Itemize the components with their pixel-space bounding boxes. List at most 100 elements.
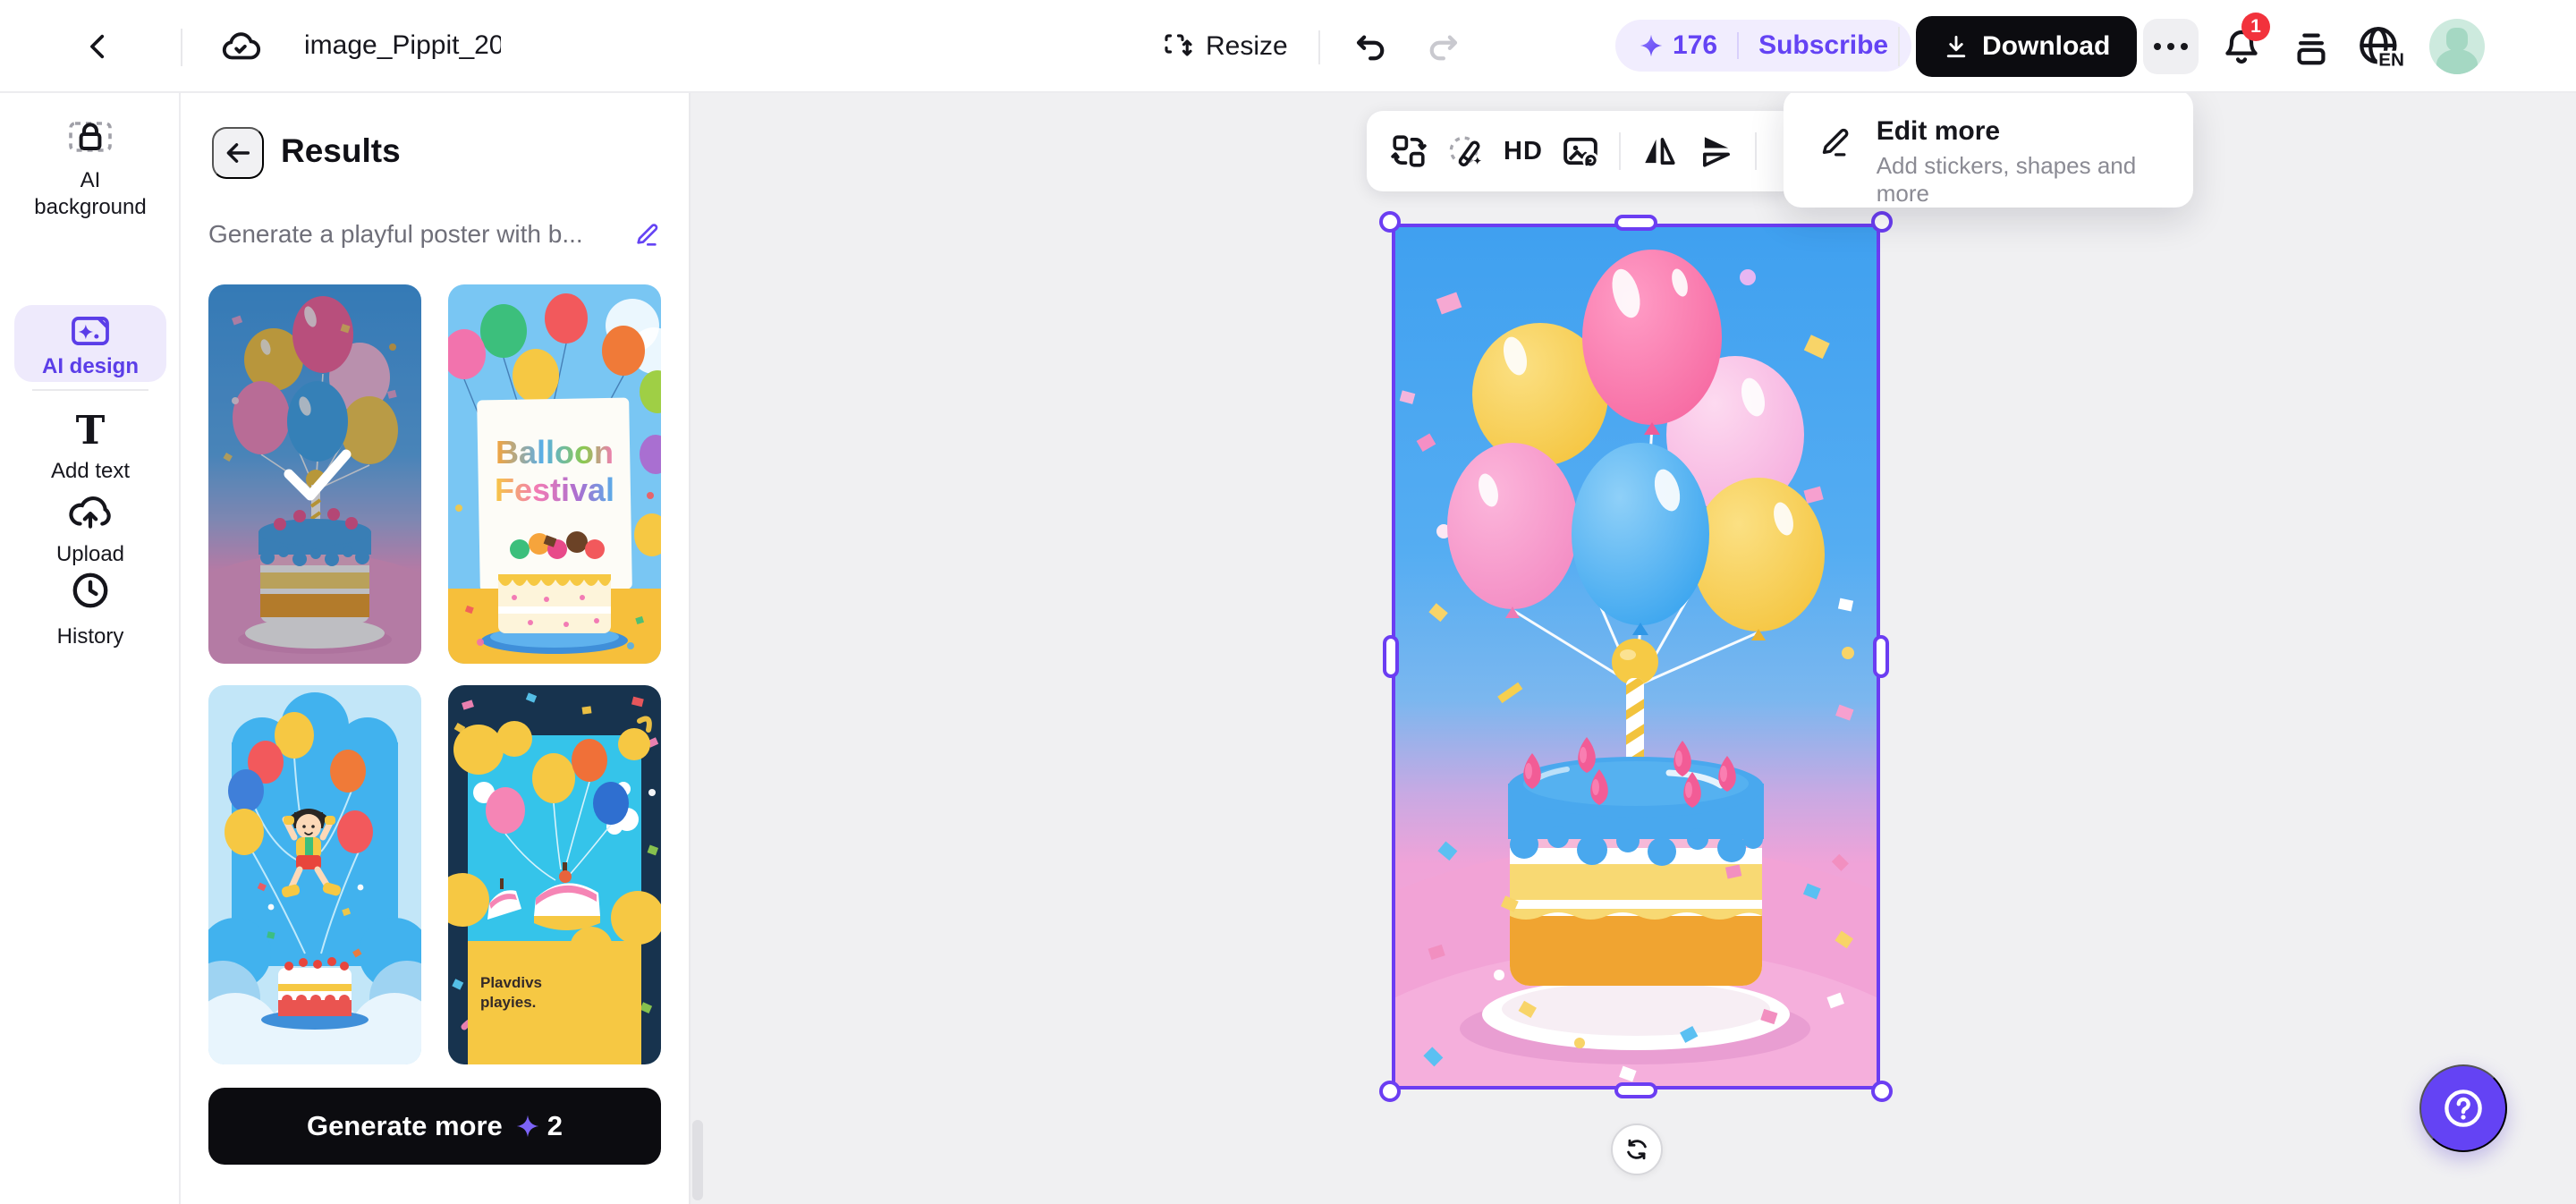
sidebar-item-add-text[interactable]: T Add text (0, 411, 181, 485)
arrow-left-icon (223, 138, 253, 168)
language-button[interactable]: EN (2354, 21, 2406, 73)
results-back-button[interactable] (212, 127, 264, 179)
image-refresh-icon (1561, 131, 1600, 171)
upload-icon (66, 492, 114, 530)
edit-prompt-icon[interactable] (632, 220, 661, 249)
credits-subscribe-pill[interactable]: 176 Subscribe (1615, 20, 1911, 72)
svg-text:playies.: playies. (480, 994, 536, 1011)
ai-design-icon (70, 314, 111, 348)
resize-handle-top-right[interactable] (1871, 211, 1893, 233)
avatar-head (2446, 28, 2468, 51)
result-thumbnail-4[interactable]: Plavdivs playies. (448, 685, 661, 1064)
results-scrollbar[interactable] (692, 1120, 703, 1200)
help-button[interactable] (2419, 1064, 2507, 1152)
resize-handle-bottom-left[interactable] (1379, 1081, 1401, 1102)
chevron-left-icon (83, 31, 114, 62)
canvas-area: HD (691, 93, 2576, 1204)
resize-handle-right[interactable] (1873, 635, 1889, 678)
resize-label: Resize (1206, 31, 1288, 62)
resize-handle-left[interactable] (1383, 635, 1399, 678)
ai-background-icon (65, 116, 115, 156)
generate-more-button[interactable]: Generate more 2 (208, 1088, 661, 1165)
more-options-button[interactable] (2143, 19, 2199, 74)
resize-handle-bottom[interactable] (1614, 1082, 1657, 1098)
flip-horizontal-button[interactable] (1633, 125, 1685, 177)
check-icon (208, 284, 421, 664)
result-thumbnail-2[interactable]: Balloon Festival (448, 284, 661, 664)
dot (2181, 43, 2188, 50)
sidebar-divider (32, 389, 148, 391)
sidebar-item-label: AI design (14, 354, 166, 379)
results-title: Results (281, 132, 401, 170)
sidebar-item-upload[interactable]: Upload (0, 492, 181, 568)
resize-button[interactable]: Resize (1161, 23, 1288, 70)
resize-handle-bottom-right[interactable] (1871, 1081, 1893, 1102)
hd-enhance-icon: HD (1504, 137, 1543, 166)
header-divider-2 (1318, 30, 1320, 64)
svg-text:Plavdivs: Plavdivs (480, 974, 542, 991)
notification-badge: 1 (2241, 13, 2270, 41)
add-text-icon: T (0, 411, 181, 451)
stack-icon (2291, 28, 2332, 69)
magic-eraser-icon (1447, 132, 1485, 170)
dot (2154, 43, 2161, 50)
sidebar-item-history[interactable]: History (0, 569, 181, 650)
swap-style-icon (1390, 132, 1428, 170)
flip-vertical-icon (1698, 132, 1735, 170)
globe-en-icon: EN (2355, 22, 2405, 72)
regenerate-button[interactable] (1611, 1123, 1663, 1175)
selected-image[interactable] (1392, 224, 1880, 1090)
generate-more-label: Generate more (307, 1110, 503, 1142)
sidebar-item-ai-design[interactable]: AI design (14, 305, 166, 382)
subscribe-link[interactable]: Subscribe (1758, 30, 1888, 61)
thumbnail-image: Plavdivs playies. (448, 685, 661, 1064)
sidebar-item-label: AI background (0, 167, 181, 221)
header-divider (181, 29, 182, 66)
redo-button[interactable] (1420, 25, 1465, 70)
flip-vertical-button[interactable] (1690, 125, 1742, 177)
avatar[interactable] (2429, 19, 2485, 74)
refresh-icon (1623, 1136, 1650, 1163)
undo-button[interactable] (1349, 25, 1394, 70)
dropdown-title: Edit more (1877, 116, 2193, 147)
prompt-text: Generate a playful poster with b... (208, 220, 611, 249)
svg-text:Festival: Festival (495, 471, 614, 508)
resize-handle-top-left[interactable] (1379, 211, 1401, 233)
swap-style-button[interactable] (1383, 125, 1435, 177)
toolbar-divider (1619, 132, 1621, 170)
thumbnail-image: Balloon Festival (448, 284, 661, 664)
magic-edit-button[interactable] (1440, 125, 1492, 177)
top-bar: image_Pippit_20 Resize 176 Subscribe Dow… (0, 0, 2576, 93)
svg-text:EN: EN (2378, 50, 2404, 71)
sidebar-item-label: History (0, 623, 181, 650)
edit-pencil-icon (1818, 123, 1853, 159)
flip-horizontal-icon (1640, 132, 1678, 170)
canvas-image (1392, 224, 1880, 1090)
download-icon (1943, 33, 1970, 60)
svg-text:Balloon: Balloon (496, 434, 614, 471)
results-panel: Results Generate a playful poster with b… (181, 93, 691, 1204)
question-icon (2440, 1085, 2487, 1132)
credits-count: 176 (1673, 30, 1717, 61)
thumbnail-image (208, 685, 421, 1064)
workspace-stack-button[interactable] (2288, 25, 2334, 72)
notifications-button[interactable]: 1 (2216, 21, 2267, 72)
resize-handle-top[interactable] (1614, 215, 1657, 231)
sparkle-icon (1639, 33, 1664, 58)
hd-enhance-button[interactable]: HD (1497, 125, 1549, 177)
document-title[interactable]: image_Pippit_20 (304, 30, 501, 61)
avatar-body (2436, 49, 2478, 74)
sparkle-icon (515, 1114, 540, 1139)
result-thumbnail-1[interactable] (208, 284, 421, 664)
sidebar-item-ai-background[interactable]: AI background (0, 116, 181, 221)
back-button[interactable] (75, 23, 122, 70)
edit-more-item[interactable]: Edit more Add stickers, shapes and more (1784, 89, 2193, 208)
result-thumbnail-3[interactable] (208, 685, 421, 1064)
history-icon (69, 569, 112, 612)
sidebar-item-label: Add text (0, 458, 181, 485)
regenerate-image-button[interactable] (1555, 125, 1606, 177)
redo-icon (1424, 29, 1462, 66)
download-button[interactable]: Download (1916, 16, 2137, 77)
toolbar-divider (1755, 132, 1757, 170)
undo-icon (1352, 29, 1390, 66)
